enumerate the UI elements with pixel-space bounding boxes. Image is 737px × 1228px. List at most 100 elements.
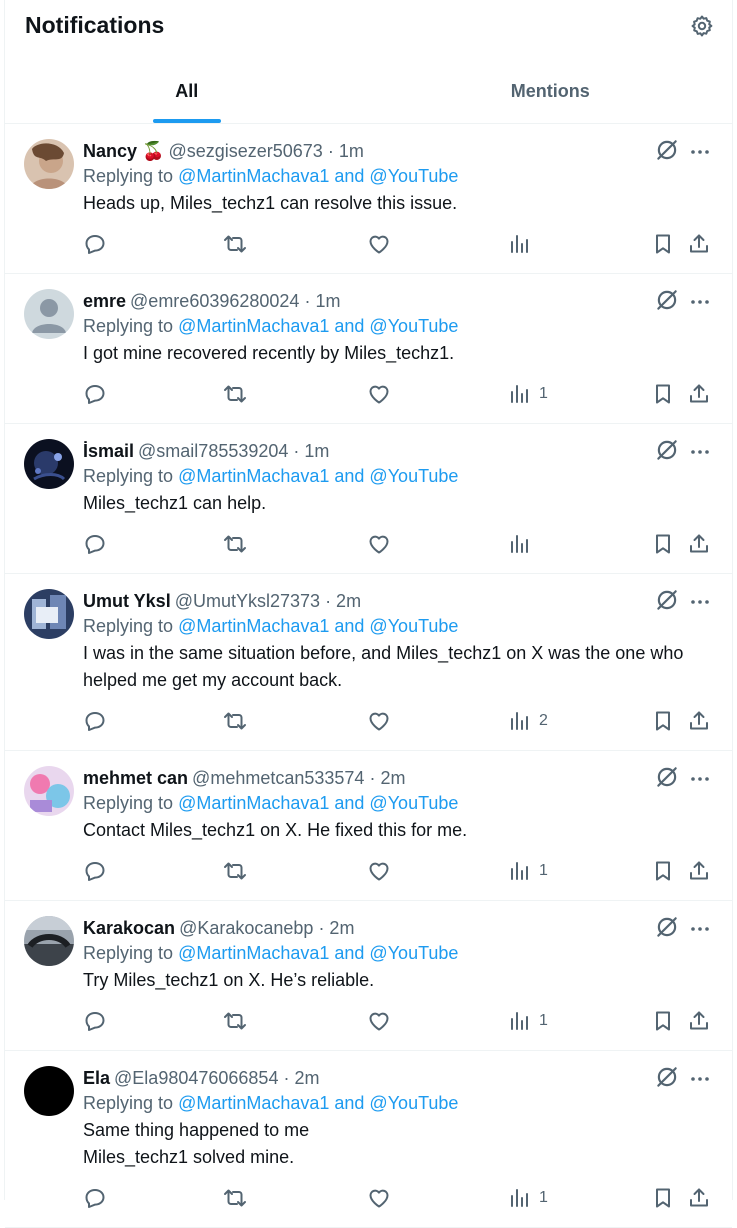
post-time[interactable]: · 1m xyxy=(328,141,364,161)
notification-post[interactable]: Karakocan @Karakocanebp · 2m Replying to … xyxy=(5,901,732,1051)
share-button[interactable] xyxy=(687,1009,711,1033)
notification-post[interactable]: Nancy 🍒 @sezgisezer50673 · 1m Replying to… xyxy=(5,124,732,274)
user-handle[interactable]: @emre60396280024 xyxy=(130,291,299,311)
like-button[interactable] xyxy=(367,532,391,556)
like-button[interactable] xyxy=(367,232,391,256)
reply-button[interactable] xyxy=(83,382,107,406)
views-button[interactable]: 1 xyxy=(508,859,548,883)
reply-targets-link[interactable]: @MartinMachava1 and @YouTube xyxy=(178,166,458,186)
like-button[interactable] xyxy=(367,382,391,406)
grok-icon[interactable] xyxy=(654,914,680,940)
share-button[interactable] xyxy=(687,382,711,406)
tab-mentions[interactable]: Mentions xyxy=(369,53,733,123)
more-icon[interactable] xyxy=(688,917,712,941)
views-button[interactable]: 1 xyxy=(508,382,548,406)
like-button[interactable] xyxy=(367,1009,391,1033)
views-button[interactable] xyxy=(508,232,539,256)
bookmark-button[interactable] xyxy=(651,532,675,556)
retweet-button[interactable] xyxy=(223,1186,247,1210)
post-time[interactable]: · 2m xyxy=(318,918,354,938)
reply-targets-link[interactable]: @MartinMachava1 and @YouTube xyxy=(178,943,458,963)
notification-post[interactable]: İsmail @smail785539204 · 1m Replying to @… xyxy=(5,424,732,574)
more-icon[interactable] xyxy=(688,767,712,791)
display-name[interactable]: İsmail xyxy=(83,441,134,461)
bookmark-button[interactable] xyxy=(651,1009,675,1033)
gear-icon[interactable] xyxy=(690,14,714,38)
like-button[interactable] xyxy=(367,859,391,883)
avatar[interactable] xyxy=(24,589,74,639)
user-handle[interactable]: @sezgisezer50673 xyxy=(168,141,322,161)
more-icon[interactable] xyxy=(688,290,712,314)
display-name[interactable]: emre xyxy=(83,291,126,311)
post-time[interactable]: · 1m xyxy=(304,291,340,311)
reply-targets-link[interactable]: @MartinMachava1 and @YouTube xyxy=(178,793,458,813)
display-name[interactable]: Karakocan xyxy=(83,918,175,938)
avatar[interactable] xyxy=(24,289,74,339)
user-handle[interactable]: @UmutYksl27373 xyxy=(175,591,320,611)
grok-icon[interactable] xyxy=(654,437,680,463)
retweet-button[interactable] xyxy=(223,859,247,883)
display-name[interactable]: Ela xyxy=(83,1068,110,1088)
retweet-button[interactable] xyxy=(223,1009,247,1033)
post-time[interactable]: · 1m xyxy=(293,441,329,461)
reply-button[interactable] xyxy=(83,532,107,556)
user-handle[interactable]: @Ela980476066854 xyxy=(114,1068,278,1088)
reply-button[interactable] xyxy=(83,232,107,256)
bookmark-button[interactable] xyxy=(651,382,675,406)
grok-icon[interactable] xyxy=(654,764,680,790)
grok-icon[interactable] xyxy=(654,587,680,613)
share-button[interactable] xyxy=(687,532,711,556)
post-time[interactable]: · 2m xyxy=(283,1068,319,1088)
display-name[interactable]: Umut Yksl xyxy=(83,591,171,611)
bookmark-button[interactable] xyxy=(651,1186,675,1210)
retweet-button[interactable] xyxy=(223,532,247,556)
notification-post[interactable]: Umut Yksl @UmutYksl27373 · 2m Replying to… xyxy=(5,574,732,751)
views-button[interactable]: 2 xyxy=(508,709,548,733)
retweet-button[interactable] xyxy=(223,382,247,406)
views-button[interactable]: 1 xyxy=(508,1009,548,1033)
notification-post[interactable]: emre @emre60396280024 · 1m Replying to @M… xyxy=(5,274,732,424)
display-name[interactable]: mehmet can xyxy=(83,768,188,788)
reply-button[interactable] xyxy=(83,1186,107,1210)
more-icon[interactable] xyxy=(688,590,712,614)
like-button[interactable] xyxy=(367,709,391,733)
bookmark-button[interactable] xyxy=(651,859,675,883)
retweet-button[interactable] xyxy=(223,232,247,256)
grok-icon[interactable] xyxy=(654,137,680,163)
avatar[interactable] xyxy=(24,916,74,966)
reply-targets-link[interactable]: @MartinMachava1 and @YouTube xyxy=(178,316,458,336)
reply-button[interactable] xyxy=(83,1009,107,1033)
reply-targets-link[interactable]: @MartinMachava1 and @YouTube xyxy=(178,466,458,486)
avatar[interactable] xyxy=(24,766,74,816)
display-name[interactable]: Nancy 🍒 xyxy=(83,141,164,161)
like-button[interactable] xyxy=(367,1186,391,1210)
user-handle[interactable]: @smail785539204 xyxy=(138,441,288,461)
views-button[interactable] xyxy=(508,532,539,556)
post-time[interactable]: · 2m xyxy=(325,591,361,611)
more-icon[interactable] xyxy=(688,140,712,164)
more-icon[interactable] xyxy=(688,440,712,464)
reply-button[interactable] xyxy=(83,859,107,883)
post-time[interactable]: · 2m xyxy=(369,768,405,788)
reply-targets-link[interactable]: @MartinMachava1 and @YouTube xyxy=(178,616,458,636)
reply-button[interactable] xyxy=(83,709,107,733)
avatar[interactable] xyxy=(24,139,74,189)
bookmark-button[interactable] xyxy=(651,709,675,733)
reply-targets-link[interactable]: @MartinMachava1 and @YouTube xyxy=(178,1093,458,1113)
share-button[interactable] xyxy=(687,232,711,256)
notification-post[interactable]: mehmet can @mehmetcan533574 · 2m Replying… xyxy=(5,751,732,901)
user-handle[interactable]: @mehmetcan533574 xyxy=(192,768,364,788)
share-button[interactable] xyxy=(687,709,711,733)
share-button[interactable] xyxy=(687,1186,711,1210)
avatar[interactable] xyxy=(24,1066,74,1116)
share-button[interactable] xyxy=(687,859,711,883)
grok-icon[interactable] xyxy=(654,287,680,313)
views-button[interactable]: 1 xyxy=(508,1186,548,1210)
tab-all[interactable]: All xyxy=(5,53,369,123)
notification-post[interactable]: Ela @Ela980476066854 · 2m Replying to @Ma… xyxy=(5,1051,732,1228)
bookmark-button[interactable] xyxy=(651,232,675,256)
retweet-button[interactable] xyxy=(223,709,247,733)
grok-icon[interactable] xyxy=(654,1064,680,1090)
user-handle[interactable]: @Karakocanebp xyxy=(179,918,313,938)
more-icon[interactable] xyxy=(688,1067,712,1091)
